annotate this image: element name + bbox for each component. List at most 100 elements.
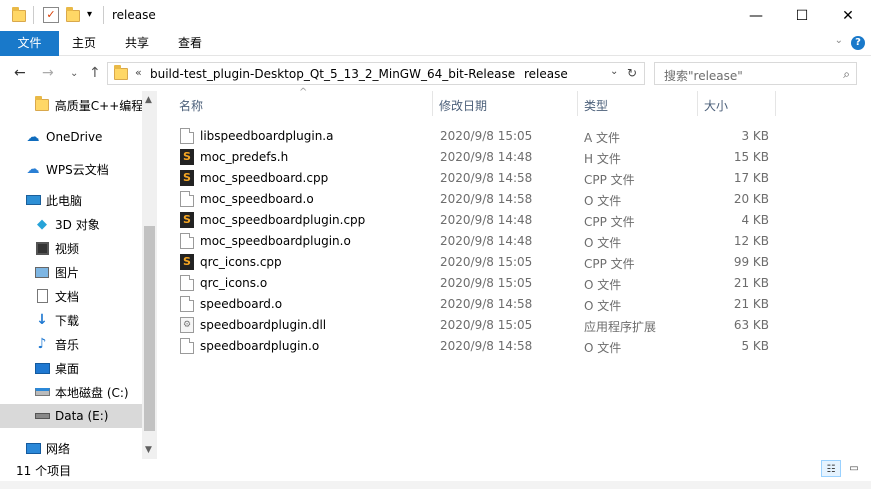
file-row[interactable]: moc_speedboardplugin.o 2020/9/8 14:48 O … (175, 231, 781, 252)
column-divider[interactable] (577, 91, 578, 116)
sidebar-item-pictures[interactable]: 图片 (0, 260, 142, 284)
file-row[interactable]: speedboard.o 2020/9/8 14:58 O 文件 21 KB (175, 294, 781, 315)
file-name: speedboardplugin.o (200, 339, 320, 353)
sidebar-item-cpp-folder[interactable]: 高质量C++编程 (0, 93, 142, 117)
desktop-icon (34, 360, 50, 376)
tab-file[interactable]: 文件 (0, 31, 59, 56)
breadcrumb-release[interactable]: release (524, 67, 568, 81)
column-divider[interactable] (432, 91, 433, 116)
title-bar: ✓ ▾ release — ☐ ✕ (0, 0, 871, 31)
drive-icon (34, 408, 50, 424)
sidebar-item-3d-objects[interactable]: ◆ 3D 对象 (0, 212, 142, 236)
folder-icon (34, 96, 50, 113)
sidebar-item-label: Data (E:) (55, 409, 109, 423)
file-row[interactable]: S qrc_icons.cpp 2020/9/8 15:05 CPP 文件 99… (175, 252, 781, 273)
window-title: release (112, 8, 156, 22)
file-name: qrc_icons.o (200, 276, 268, 290)
sidebar-item-drive-e[interactable]: Data (E:) (0, 404, 142, 428)
sidebar-item-music[interactable]: ♪ 音乐 (0, 332, 142, 356)
address-dropdown-icon[interactable]: ⌄ (610, 66, 618, 77)
overflow-icon[interactable]: « (135, 66, 142, 79)
file-type: O 文件 (584, 278, 622, 292)
sidebar-item-label: WPS云文档 (46, 162, 109, 177)
file-name: libspeedboardplugin.a (200, 129, 334, 143)
new-folder-icon[interactable] (66, 7, 82, 23)
sidebar-item-downloads[interactable]: ↓ 下载 (0, 308, 142, 332)
file-row[interactable]: S moc_speedboard.cpp 2020/9/8 14:58 CPP … (175, 168, 781, 189)
sidebar-item-this-pc[interactable]: 此电脑 (0, 188, 142, 212)
file-name: moc_speedboardplugin.o (200, 234, 351, 248)
file-type: A 文件 (584, 131, 621, 145)
file-row[interactable]: speedboardplugin.o 2020/9/8 14:58 O 文件 5… (175, 336, 781, 357)
drive-c-icon (34, 384, 50, 400)
column-date[interactable]: 修改日期 (439, 97, 487, 114)
large-icons-view-icon[interactable]: ▭ (844, 460, 864, 477)
file-row[interactable]: S moc_predefs.h 2020/9/8 14:48 H 文件 15 K… (175, 147, 781, 168)
forward-icon[interactable]: → (42, 65, 54, 81)
file-type: O 文件 (584, 299, 622, 313)
file-icon (180, 296, 194, 312)
refresh-icon[interactable]: ↻ (627, 66, 637, 80)
search-input[interactable]: 搜索"release" ⌕ (654, 62, 857, 85)
file-row[interactable]: libspeedboardplugin.a 2020/9/8 15:05 A 文… (175, 126, 781, 147)
file-row[interactable]: moc_speedboard.o 2020/9/8 14:58 O 文件 20 … (175, 189, 781, 210)
tab-view[interactable]: 查看 (165, 31, 215, 56)
file-date: 2020/9/8 15:05 (440, 129, 533, 143)
file-name: speedboardplugin.dll (200, 318, 327, 332)
customize-toolbar-icon[interactable]: ▾ (87, 7, 103, 23)
file-row[interactable]: qrc_icons.o 2020/9/8 15:05 O 文件 21 KB (175, 273, 781, 294)
status-bar: 11 个项目 ☷ ▭ (0, 459, 871, 479)
column-name[interactable]: 名称 (179, 97, 203, 114)
tab-share[interactable]: 共享 (112, 31, 162, 56)
file-date: 2020/9/8 14:58 (440, 192, 533, 206)
sidebar-item-label: 图片 (55, 265, 80, 280)
sidebar-item-label: 文档 (55, 289, 80, 304)
expand-ribbon-icon[interactable]: ⌄ (835, 35, 843, 46)
file-list-scrollbar[interactable] (855, 91, 871, 459)
sidebar-item-wps[interactable]: ☁ WPS云文档 (0, 157, 142, 181)
file-row[interactable]: S moc_speedboardplugin.cpp 2020/9/8 14:4… (175, 210, 781, 231)
close-button[interactable]: ✕ (825, 0, 871, 31)
breadcrumb-build-folder[interactable]: build-test_plugin-Desktop_Qt_5_13_2_MinG… (150, 67, 515, 81)
column-divider[interactable] (697, 91, 698, 116)
file-icon (180, 128, 194, 144)
scroll-down-icon[interactable]: ▼ (145, 445, 152, 455)
column-type[interactable]: 类型 (584, 97, 608, 114)
sidebar-item-label: 桌面 (55, 361, 80, 376)
help-icon[interactable]: ? (851, 36, 865, 50)
file-type: O 文件 (584, 236, 622, 250)
sidebar-item-network[interactable]: 网络 (0, 436, 142, 460)
properties-icon[interactable]: ✓ (43, 7, 59, 23)
recent-locations-icon[interactable]: ⌄ (70, 68, 78, 79)
back-icon[interactable]: ← (14, 65, 26, 81)
sidebar-item-documents[interactable]: 文档 (0, 284, 142, 308)
column-size[interactable]: 大小 (704, 97, 728, 114)
scrollbar-thumb[interactable] (144, 226, 155, 431)
sidebar-item-videos[interactable]: 视频 (0, 236, 142, 260)
video-icon (34, 240, 50, 256)
sidebar-scrollbar[interactable]: ▲ ▼ (142, 91, 157, 459)
source-file-icon: S (180, 170, 194, 186)
file-row[interactable]: ⚙ speedboardplugin.dll 2020/9/8 15:05 应用… (175, 315, 781, 336)
details-view-icon[interactable]: ☷ (821, 460, 841, 477)
file-type: O 文件 (584, 194, 622, 208)
sidebar-item-label: 高质量C++编程 (54, 98, 142, 113)
chevron-right-icon[interactable]: › (508, 66, 512, 79)
tab-home[interactable]: 主页 (59, 31, 109, 56)
sidebar-item-drive-c[interactable]: 本地磁盘 (C:) (0, 380, 142, 404)
address-bar[interactable]: « build-test_plugin-Desktop_Qt_5_13_2_Mi… (107, 62, 645, 85)
sidebar-item-label: 网络 (46, 441, 71, 456)
file-icon (180, 191, 194, 207)
scroll-up-icon[interactable]: ▲ (145, 95, 152, 105)
file-icon (180, 275, 194, 291)
column-divider[interactable] (775, 91, 776, 116)
sidebar-item-onedrive[interactable]: ☁ OneDrive (0, 125, 142, 149)
title-divider (33, 6, 34, 24)
file-size: 99 KB (733, 255, 769, 269)
sidebar-item-desktop[interactable]: 桌面 (0, 356, 142, 380)
maximize-button[interactable]: ☐ (779, 0, 825, 31)
file-size: 4 KB (741, 213, 769, 227)
up-icon[interactable]: ↑ (89, 65, 101, 81)
minimize-button[interactable]: — (733, 0, 779, 31)
file-type: O 文件 (584, 341, 622, 355)
